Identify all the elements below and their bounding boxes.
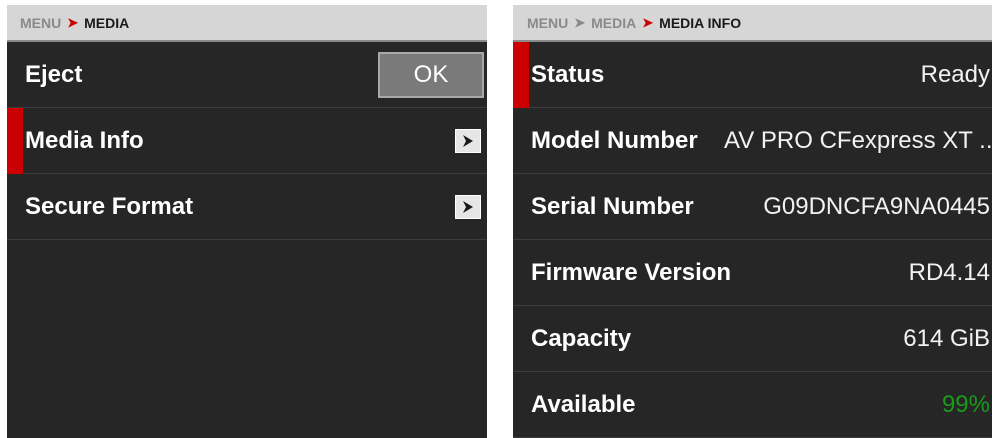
chevron-right-icon: ➤ (67, 14, 79, 30)
media-menu-panel: MENU ➤ MEDIA Eject OK Media Info Secure … (7, 5, 487, 438)
info-label: Status (531, 61, 605, 88)
selection-indicator (513, 42, 529, 108)
info-row-capacity[interactable]: Capacity 614 GiB (513, 306, 992, 372)
menu-item-media-info[interactable]: Media Info (7, 108, 487, 174)
info-row-firmware-version[interactable]: Firmware Version RD4.14 (513, 240, 992, 306)
eject-ok-button[interactable]: OK (378, 52, 484, 98)
chevron-right-icon: ➤ (642, 14, 654, 30)
breadcrumb: MENU ➤ MEDIA ➤ MEDIA INFO (513, 5, 992, 42)
info-label: Model Number (531, 127, 698, 154)
breadcrumb: MENU ➤ MEDIA (7, 5, 487, 42)
breadcrumb-middle[interactable]: MEDIA (591, 15, 636, 31)
menu-item-label: Eject (25, 61, 83, 88)
arrow-right-icon[interactable] (455, 195, 481, 219)
breadcrumb-current: MEDIA (84, 14, 130, 31)
firmware-version-value: RD4.14 (908, 259, 990, 286)
info-row-available[interactable]: Available 99% (513, 372, 992, 438)
arrow-right-icon[interactable] (455, 129, 481, 153)
menu-item-label: Secure Format (25, 193, 194, 220)
info-label: Firmware Version (531, 259, 732, 286)
capacity-value: 614 GiB (903, 325, 990, 352)
available-value: 99% (941, 391, 990, 418)
info-label: Serial Number (531, 193, 694, 220)
info-row-model-number[interactable]: Model Number AV PRO CFexpress XT ... (513, 108, 992, 174)
model-number-value: AV PRO CFexpress XT ... (724, 127, 992, 154)
chevron-right-icon: ➤ (574, 14, 586, 30)
info-row-serial-number[interactable]: Serial Number G09DNCFA9NA0445 (513, 174, 992, 240)
media-info-panel: MENU ➤ MEDIA ➤ MEDIA INFO Status Ready M… (513, 5, 992, 438)
info-label: Available (531, 391, 636, 418)
info-label: Capacity (531, 325, 632, 352)
breadcrumb-current: MEDIA INFO (659, 14, 742, 31)
status-value: Ready (920, 61, 990, 88)
selection-indicator (7, 108, 23, 174)
info-row-status[interactable]: Status Ready (513, 42, 992, 108)
breadcrumb-root[interactable]: MENU (527, 15, 568, 31)
menu-item-secure-format[interactable]: Secure Format (7, 174, 487, 240)
menu-item-label: Media Info (25, 127, 144, 154)
serial-number-value: G09DNCFA9NA0445 (763, 193, 990, 220)
menu-item-eject[interactable]: Eject OK (7, 42, 487, 108)
breadcrumb-root[interactable]: MENU (20, 15, 61, 31)
